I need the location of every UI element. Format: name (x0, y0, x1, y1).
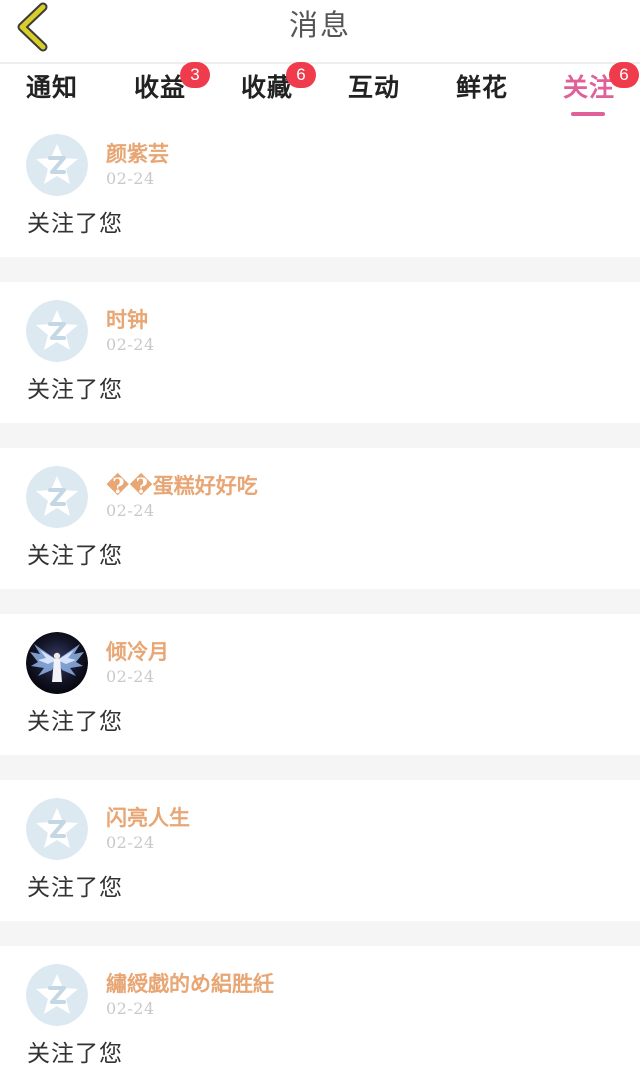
tab-label: 关注 (563, 73, 616, 102)
list-item[interactable]: 时钟 02-24 关注了您 (0, 282, 640, 423)
tab-label: 收益 (134, 73, 187, 102)
message-text: 关注了您 (27, 377, 123, 403)
default-avatar-icon (26, 134, 88, 196)
tab-label: 通知 (26, 73, 79, 102)
message-text: 关注了您 (27, 1041, 123, 1067)
message-text: 关注了您 (27, 543, 123, 569)
avatar[interactable] (26, 798, 88, 860)
notification-list: 颜紫芸 02-24 关注了您 时钟 02-24 关注了您 ��蛋糕好好吃 02-… (0, 116, 640, 1079)
message-text: 关注了您 (27, 211, 123, 237)
avatar[interactable] (26, 964, 88, 1026)
default-avatar-icon (26, 300, 88, 362)
list-item[interactable]: ��蛋糕好好吃 02-24 关注了您 (0, 448, 640, 589)
avatar[interactable] (26, 466, 88, 528)
divider (0, 921, 640, 946)
unread-badge: 6 (609, 62, 639, 88)
avatar[interactable] (26, 632, 88, 694)
tab-favorites[interactable]: 收藏 6 (241, 62, 316, 114)
username-link[interactable]: 时钟 (106, 306, 148, 334)
date-label: 02-24 (106, 833, 155, 852)
username-link[interactable]: 闪亮人生 (106, 804, 190, 832)
date-label: 02-24 (106, 999, 155, 1018)
header-bar: 消息 (0, 0, 640, 56)
tab-interactions[interactable]: 互动 (348, 70, 400, 114)
tab-flowers[interactable]: 鲜花 (456, 70, 508, 114)
username-link[interactable]: 倾冷月 (106, 638, 169, 666)
date-label: 02-24 (106, 335, 155, 354)
message-text: 关注了您 (27, 709, 123, 735)
unread-badge: 6 (286, 62, 316, 88)
avatar[interactable] (26, 134, 88, 196)
messages-page: 消息 通知 收益 3 收藏 6 互动 鲜花 关注 6 颜紫芸 02-24 关注了… (0, 0, 640, 1079)
list-item[interactable]: 繡綬戯的め絽胜紝 02-24 关注了您 (0, 946, 640, 1079)
angel-wings-photo (26, 632, 88, 694)
tab-label: 鲜花 (456, 73, 509, 102)
username-link[interactable]: 颜紫芸 (106, 140, 169, 168)
divider (0, 755, 640, 780)
tab-notifications[interactable]: 通知 (26, 70, 78, 114)
divider (0, 589, 640, 614)
default-avatar-icon (26, 964, 88, 1026)
default-avatar-icon (26, 798, 88, 860)
date-label: 02-24 (106, 667, 155, 686)
list-item[interactable]: 闪亮人生 02-24 关注了您 (0, 780, 640, 921)
date-label: 02-24 (106, 501, 155, 520)
list-item[interactable]: 倾冷月 02-24 关注了您 (0, 614, 640, 755)
divider (0, 423, 640, 448)
tab-earnings[interactable]: 收益 3 (134, 62, 210, 114)
tab-label: 互动 (348, 73, 401, 102)
default-avatar-icon (26, 466, 88, 528)
unread-badge: 3 (180, 62, 210, 88)
avatar[interactable] (26, 300, 88, 362)
divider (0, 257, 640, 282)
page-title: 消息 (288, 8, 351, 42)
date-label: 02-24 (106, 169, 155, 188)
username-link[interactable]: ��蛋糕好好吃 (106, 472, 258, 500)
tab-bar: 通知 收益 3 收藏 6 互动 鲜花 关注 6 (0, 62, 640, 116)
list-item[interactable]: 颜紫芸 02-24 关注了您 (0, 116, 640, 257)
tab-following[interactable]: 关注 6 (563, 62, 639, 116)
username-link[interactable]: 繡綬戯的め絽胜紝 (106, 970, 274, 998)
message-text: 关注了您 (27, 875, 123, 901)
